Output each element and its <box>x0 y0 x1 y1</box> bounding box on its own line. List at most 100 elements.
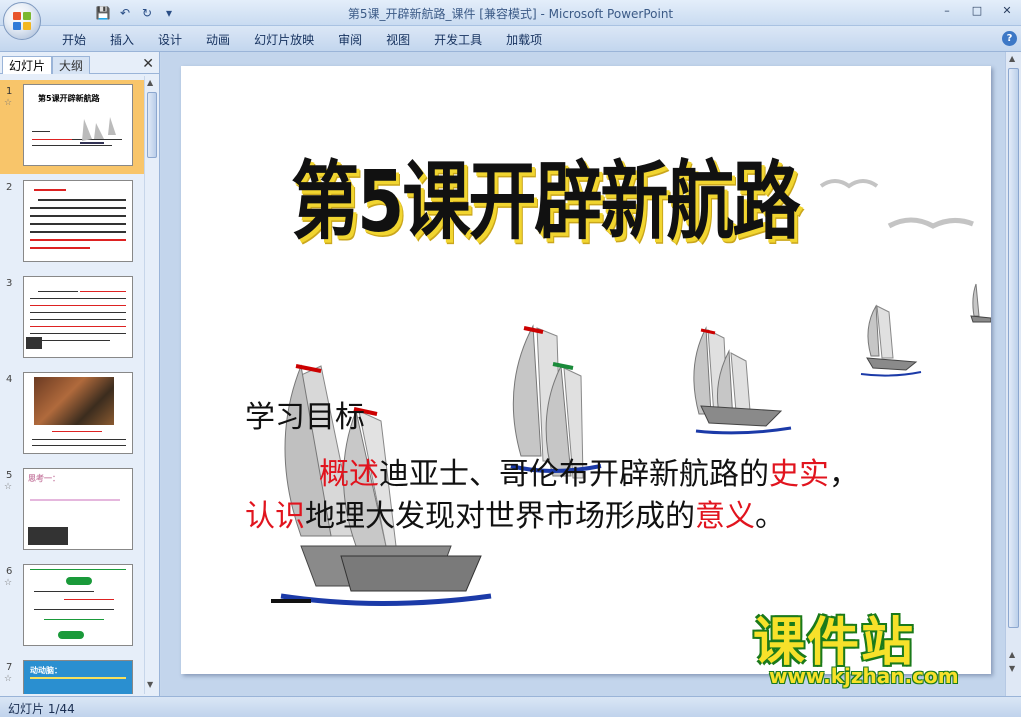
animation-star-icon: ☆ <box>4 578 13 588</box>
thumbnail-title: 第5课开辟新航路 <box>38 94 100 103</box>
slide-thumbnail-3[interactable]: 3 <box>0 272 144 366</box>
scroll-up-icon[interactable]: ▲ <box>147 78 153 87</box>
thumbnail-preview <box>23 276 133 358</box>
slide-scrollbar[interactable]: ▲ ▲ ▼ <box>1005 52 1021 696</box>
previous-slide-icon[interactable]: ▲ <box>1009 650 1015 659</box>
thumbnail-line <box>34 189 66 191</box>
keyword-facts: 史实 <box>769 457 829 492</box>
maximize-button[interactable]: □ <box>969 3 985 19</box>
body-text: 。 <box>755 499 785 534</box>
thumbnail-line <box>32 139 72 140</box>
thumbnail-line <box>30 239 126 241</box>
thumbnail-line <box>30 223 126 225</box>
thumbnail-line <box>32 439 126 440</box>
thumbnail-line <box>30 231 126 233</box>
slide-canvas[interactable]: 第5课开辟新航路 学习目标 概述迪亚士、哥伦布开辟新航路的史实， 认识地理大发现对… <box>181 66 991 674</box>
scroll-down-icon[interactable]: ▼ <box>147 680 153 689</box>
thumbnail-line <box>30 319 126 320</box>
animation-star-icon: ☆ <box>4 98 13 108</box>
thumbnail-painting-image <box>34 377 114 425</box>
thumbnail-line <box>44 619 104 620</box>
thumbnail-line <box>34 609 114 610</box>
watermark-logo: 课件站 www.kjzhan.com <box>753 600 993 690</box>
keyword-significance: 意义 <box>695 499 755 534</box>
window-controls: – □ ✕ <box>939 3 1015 19</box>
slide-thumbnail-4[interactable]: 4 <box>0 368 144 462</box>
scroll-thumb[interactable] <box>1008 68 1019 628</box>
thumbnail-line <box>38 199 126 201</box>
thumbnail-preview <box>23 372 133 454</box>
scroll-thumb[interactable] <box>147 92 157 158</box>
thumbnail-line <box>30 247 90 249</box>
thumbnail-scrollbar[interactable]: ▲ ▼ <box>144 76 158 694</box>
tab-developer[interactable]: 开发工具 <box>422 32 494 48</box>
thumbnail-title: 动动脑： <box>30 666 62 675</box>
window-title: 第5课_开辟新航路_课件 [兼容模式] - Microsoft PowerPoi… <box>347 7 674 21</box>
title-bar: 💾 ↶ ↻ ▾ 第5课_开辟新航路_课件 [兼容模式] - Microsoft … <box>0 0 1021 26</box>
keyword-outline: 概述 <box>319 457 379 492</box>
thumbnail-preview <box>23 564 133 646</box>
slide-title[interactable]: 第5课开辟新航路 <box>291 132 800 256</box>
thumbnail-line <box>30 215 126 217</box>
body-text: 迪亚士、哥伦布开辟新航路的 <box>379 457 769 492</box>
slide-number: 3 <box>6 278 13 289</box>
thumbnail-preview: 动动脑： <box>23 660 133 694</box>
tab-outline[interactable]: 大纲 <box>52 56 91 74</box>
status-bar: 幻灯片 1/44 <box>0 696 1021 717</box>
slide-thumbnail-5[interactable]: 5 ☆ 思考一： <box>0 464 144 558</box>
thumbnail-preview: 思考一： <box>23 468 133 550</box>
slide-editor: 第5课开辟新航路 学习目标 概述迪亚士、哥伦布开辟新航路的史实， 认识地理大发现对… <box>161 52 1021 696</box>
slide-number: 1 <box>6 86 13 97</box>
animation-star-icon: ☆ <box>4 674 13 684</box>
thumbnail-ship-image <box>28 527 68 545</box>
slide-number: 6 <box>6 566 13 577</box>
tab-slideshow[interactable]: 幻灯片放映 <box>242 32 326 48</box>
thumbnail-line <box>32 131 50 132</box>
thumbnail-line <box>64 599 114 600</box>
learning-objectives-body[interactable]: 概述迪亚士、哥伦布开辟新航路的史实， 认识地理大发现对世界市场形成的意义。 <box>245 454 965 538</box>
tab-addins[interactable]: 加载项 <box>494 32 554 48</box>
close-panel-icon[interactable]: ✕ <box>142 56 154 72</box>
thumbnail-line <box>30 298 126 299</box>
thumbnail-line <box>32 445 126 446</box>
tab-slides[interactable]: 幻灯片 <box>2 56 53 74</box>
thumbnail-line <box>34 591 94 592</box>
thumbnail-line <box>30 207 126 209</box>
animation-star-icon: ☆ <box>4 482 13 492</box>
help-icon[interactable]: ? <box>1002 31 1017 46</box>
learning-objectives-heading[interactable]: 学习目标 <box>245 392 365 436</box>
slide-thumbnail-2[interactable]: 2 <box>0 176 144 270</box>
thumbnail-line <box>30 569 126 570</box>
tab-review[interactable]: 审阅 <box>326 32 374 48</box>
close-button[interactable]: ✕ <box>999 3 1015 19</box>
body-text: ， <box>829 457 859 492</box>
thumbnail-box <box>58 631 84 639</box>
thumbnail-line <box>30 305 126 306</box>
thumbnail-box <box>66 577 92 585</box>
minimize-button[interactable]: – <box>939 3 955 19</box>
thumbnail-line <box>30 333 126 334</box>
thumbnail-title: 思考一： <box>28 474 60 483</box>
slide-thumbnail-7[interactable]: 7 ☆ 动动脑： <box>0 656 144 694</box>
ribbon-tabs: 开始 插入 设计 动画 幻灯片放映 审阅 视图 开发工具 加载项 <box>50 32 554 48</box>
tab-design[interactable]: 设计 <box>146 32 194 48</box>
slide-thumbnail-1[interactable]: 1 ☆ 第5课开辟新航路 <box>0 80 144 174</box>
watermark-url: www.kjzhan.com <box>769 664 959 688</box>
thumbnail-line <box>30 326 126 327</box>
thumbnail-ship-image <box>26 337 42 349</box>
tab-insert[interactable]: 插入 <box>98 32 146 48</box>
slide-number: 2 <box>6 182 13 193</box>
thumbnail-line <box>52 431 102 432</box>
scroll-up-icon[interactable]: ▲ <box>1009 54 1015 63</box>
tab-home[interactable]: 开始 <box>50 32 98 48</box>
slide-thumbnail-6[interactable]: 6 ☆ <box>0 560 144 654</box>
thumbnail-line <box>30 340 110 341</box>
panel-tabs: 幻灯片 大纲 ✕ <box>0 54 160 74</box>
slides-panel: 幻灯片 大纲 ✕ 1 ☆ 第5课开辟新航路 2 3 4 5 ☆ 思考一： 6 ☆… <box>0 52 160 696</box>
next-slide-icon[interactable]: ▼ <box>1009 664 1015 673</box>
tab-view[interactable]: 视图 <box>374 32 422 48</box>
body-text: 地理大发现对世界市场形成的 <box>305 499 695 534</box>
tab-animations[interactable]: 动画 <box>194 32 242 48</box>
slide-number: 4 <box>6 374 13 385</box>
office-button[interactable] <box>3 2 41 40</box>
